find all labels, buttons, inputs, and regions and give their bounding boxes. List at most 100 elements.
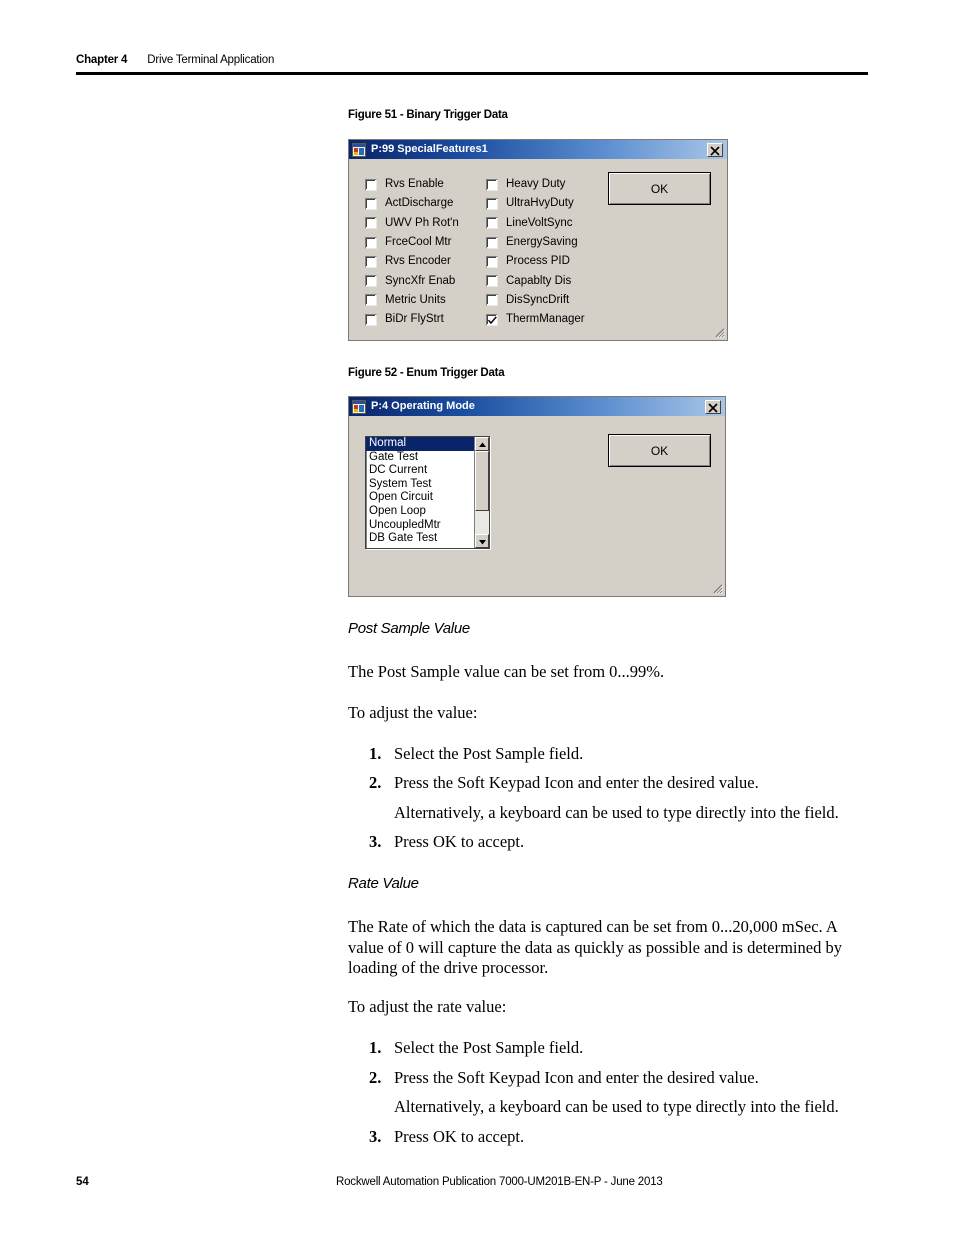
checkbox-unchecked-icon[interactable]	[365, 255, 377, 268]
checkbox-unchecked-icon[interactable]	[486, 197, 498, 210]
scrollbar-track[interactable]	[475, 451, 489, 534]
checkbox-label: SyncXfr Enab	[385, 274, 456, 287]
checkbox-row[interactable]: FrceCool Mtr	[365, 233, 459, 252]
page-header: Chapter 4 Drive Terminal Application	[76, 50, 868, 68]
checkbox-row[interactable]: UWV Ph Rot'n	[365, 214, 459, 233]
checkbox-label: Rvs Enable	[385, 178, 444, 191]
checkbox-row[interactable]: LineVoltSync	[486, 214, 585, 233]
list-item: 2. Press the Soft Keypad Icon and enter …	[369, 773, 869, 794]
list-item-number: 3.	[369, 832, 382, 851]
checkbox-row[interactable]: Rvs Enable	[365, 175, 459, 194]
scroll-up-icon[interactable]	[475, 437, 489, 451]
dialog-body: Rvs Enable ActDischarge UWV Ph Rot'n FrceCo…	[349, 159, 727, 340]
operating-mode-dialog: P:4 Operating Mode Normal Gate Test DC Cur…	[348, 396, 726, 597]
operating-mode-listbox[interactable]: Normal Gate Test DC Current System Test Open…	[365, 436, 490, 549]
checkbox-row[interactable]: BiDr FlyStrt	[365, 310, 459, 329]
close-icon[interactable]	[707, 142, 723, 157]
checkbox-unchecked-icon[interactable]	[486, 178, 498, 191]
header-divider	[76, 72, 868, 75]
list-item-label: Select the Post Sample field.	[394, 744, 584, 763]
checkbox-unchecked-icon[interactable]	[486, 217, 498, 230]
checkbox-unchecked-icon[interactable]	[486, 294, 498, 307]
checkbox-row[interactable]: ActDischarge	[365, 194, 459, 213]
dialog-body: Normal Gate Test DC Current System Test Open…	[349, 416, 725, 596]
list-item[interactable]: Open Circuit	[366, 491, 474, 505]
checkbox-label: Process PID	[506, 255, 570, 268]
checkbox-unchecked-icon[interactable]	[365, 275, 377, 288]
resize-grip[interactable]	[712, 325, 726, 339]
dialog-titlebar[interactable]: P:4 Operating Mode	[349, 397, 725, 416]
checkbox-row[interactable]: Metric Units	[365, 291, 459, 310]
checkbox-unchecked-icon[interactable]	[486, 255, 498, 268]
special-features-dialog: P:99 SpecialFeatures1 Rvs Enable ActDisch…	[348, 139, 728, 341]
list-item-number: 1.	[369, 744, 382, 763]
checkbox-unchecked-icon[interactable]	[365, 197, 377, 210]
section-intro-post-sample: The Post Sample value can be set from 0.…	[348, 662, 665, 681]
section-leadin-post-sample: To adjust the value:	[348, 703, 478, 722]
checkbox-label: Heavy Duty	[506, 178, 566, 191]
list-item[interactable]: DB Gate Test	[366, 532, 474, 546]
checkbox-label: Metric Units	[385, 293, 446, 306]
footer-page-number: 54	[76, 1176, 89, 1188]
list-item[interactable]: Open Loop	[366, 505, 474, 519]
scrollbar-thumb[interactable]	[475, 451, 489, 511]
close-icon[interactable]	[705, 399, 721, 414]
list-item[interactable]: DC Current	[366, 464, 474, 478]
checkbox-label: Capablty Dis	[506, 274, 572, 287]
figure-51-caption: Figure 51 - Binary Trigger Data	[348, 109, 508, 121]
section-heading-post-sample: Post Sample Value	[348, 620, 470, 637]
listbox-items: Normal Gate Test DC Current System Test Open…	[366, 437, 474, 548]
list-item-label: Press the Soft Keypad Icon and enter the…	[394, 1068, 759, 1087]
checkbox-unchecked-icon[interactable]	[365, 294, 377, 307]
list-item-label: Select the Post Sample field.	[394, 1038, 584, 1057]
checkbox-label: DisSyncDrift	[506, 293, 570, 306]
checkbox-label: UWV Ph Rot'n	[385, 216, 459, 229]
checkbox-unchecked-icon[interactable]	[365, 236, 377, 249]
checkbox-unchecked-icon[interactable]	[365, 217, 377, 230]
scroll-down-icon[interactable]	[475, 534, 489, 548]
list-item-number: 1.	[369, 1038, 382, 1057]
list-item: 1. Select the Post Sample field.	[369, 1038, 869, 1059]
list-item-continuation: Alternatively, a keyboard can be used to…	[369, 1097, 879, 1118]
checkbox-row[interactable]: DisSyncDrift	[486, 291, 585, 310]
list-item-label: Alternatively, a keyboard can be used to…	[394, 803, 839, 822]
listbox-scrollbar[interactable]	[474, 437, 489, 548]
ok-button[interactable]: OK	[608, 434, 711, 467]
checkbox-unchecked-icon[interactable]	[486, 236, 498, 249]
section-intro-rate-value: The Rate of which the data is captured c…	[348, 917, 842, 977]
chapter-title: Drive Terminal Application	[147, 54, 275, 66]
checkbox-row[interactable]: Capablty Dis	[486, 271, 585, 290]
checkbox-unchecked-icon[interactable]	[486, 275, 498, 288]
list-item[interactable]: Gate Test	[366, 451, 474, 465]
checkbox-label: LineVoltSync	[506, 216, 573, 229]
list-item-label: Press OK to accept.	[394, 1127, 525, 1146]
list-item[interactable]: UncoupledMtr	[366, 519, 474, 533]
checkbox-label: ThermManager	[506, 313, 585, 326]
checkbox-row[interactable]: Rvs Encoder	[365, 252, 459, 271]
checkbox-row[interactable]: EnergySaving	[486, 233, 585, 252]
list-item-number: 3.	[369, 1127, 382, 1146]
checkbox-row[interactable]: UltraHvyDuty	[486, 194, 585, 213]
footer-publication: Rockwell Automation Publication 7000-UM2…	[336, 1176, 663, 1188]
checkbox-label: Rvs Encoder	[385, 255, 451, 268]
checkbox-checked-icon[interactable]	[486, 313, 498, 326]
dialog-titlebar[interactable]: P:99 SpecialFeatures1	[349, 140, 727, 159]
checkbox-row[interactable]: SyncXfr Enab	[365, 271, 459, 290]
dialog-title: P:4 Operating Mode	[371, 400, 475, 412]
checkbox-unchecked-icon[interactable]	[365, 313, 377, 326]
checkbox-label: ActDischarge	[385, 197, 454, 210]
list-item: 3. Press OK to accept.	[369, 1127, 869, 1148]
list-item[interactable]: System Test	[366, 478, 474, 492]
list-item: 1. Select the Post Sample field.	[369, 744, 869, 765]
checkbox-unchecked-icon[interactable]	[365, 178, 377, 191]
chapter-label: Chapter 4	[76, 54, 128, 66]
resize-grip[interactable]	[710, 581, 724, 595]
ok-button[interactable]: OK	[608, 172, 711, 205]
window-form-icon	[352, 399, 366, 414]
list-item[interactable]: Normal	[366, 437, 474, 451]
checkbox-row[interactable]: ThermManager	[486, 310, 585, 329]
checkbox-column-2: Heavy Duty UltraHvyDuty LineVoltSync Energy…	[486, 175, 585, 329]
checkbox-row[interactable]: Process PID	[486, 252, 585, 271]
checkbox-label: FrceCool Mtr	[385, 236, 452, 249]
checkbox-row[interactable]: Heavy Duty	[486, 175, 585, 194]
